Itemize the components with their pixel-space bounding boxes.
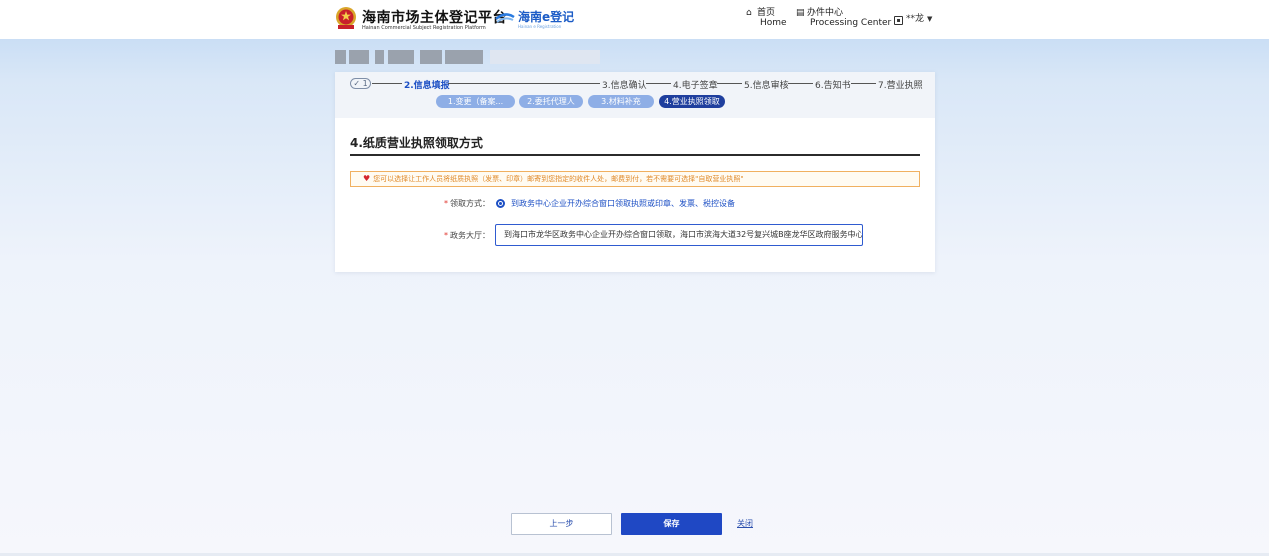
chevron-down-icon: ▼ [927,15,933,23]
step-connector [372,83,402,84]
redaction-block [335,50,346,64]
notice-banner: ♥ 您可以选择让工作人员将纸质执照（发票、印章）邮寄到您指定的收件人处，邮费到付，… [350,171,920,187]
nav-processing-center[interactable]: ▤ 办件中心 Processing Center [796,8,891,28]
redaction-block [490,50,600,64]
section-title: 4.纸质营业执照领取方式 [350,136,483,150]
platform-subtitle: Hainan Commercial Subject Registration P… [362,25,486,31]
progress-steps: ✓ 1 2.信息填报 3.信息确认 4.电子签章 5.信息审核 6.告知书 7.… [335,72,935,118]
step-connector [788,83,813,84]
collect-method-radio[interactable] [496,199,505,208]
document-icon: ▤ [796,8,805,18]
required-mark: * [444,231,448,240]
user-card-icon: ▪ [894,16,903,25]
substep-2[interactable]: 2.委托代理人 [519,95,583,108]
user-menu[interactable]: ▪ **龙 ▼ [894,11,932,25]
collect-method-option[interactable]: 到政务中心企业开办综合窗口领取执照或印章、发票、税控设备 [511,198,735,209]
save-button[interactable]: 保存 [621,513,722,535]
heart-icon: ♥ [363,174,371,183]
hall-select[interactable]: 到海口市龙华区政务中心企业开办综合窗口领取，海口市滨海大道32号复兴城B座龙华区… [495,224,863,246]
close-link[interactable]: 关闭 [737,518,753,529]
step-6: 6.告知书 [815,81,851,91]
redaction-block [388,50,414,64]
user-name: **龙 [906,14,925,24]
step-connector [717,83,742,84]
previous-step-button[interactable]: 上一步 [511,513,612,535]
nav-center-en: Processing Center [810,18,892,28]
step-connector [646,83,671,84]
company-name-redacted [335,50,600,64]
step-3: 3.信息确认 [602,81,647,91]
section-divider [350,154,920,156]
brand-name: 海南e登记 [518,10,575,24]
form-card: ✓ 1 2.信息填报 3.信息确认 4.电子签章 5.信息审核 6.告知书 7.… [335,72,935,272]
top-header: 海南市场主体登记平台 Hainan Commercial Subject Reg… [0,0,1269,39]
step-2: 2.信息填报 [404,81,450,91]
step-5: 5.信息审核 [744,81,789,91]
nav-home[interactable]: ⌂ 首页 Home [746,8,787,28]
chevron-down-icon: ⌄ [850,230,857,239]
national-emblem-icon [336,7,356,29]
step-4: 4.电子签章 [673,81,718,91]
brand-subtitle: Hainan e Registration [518,24,562,29]
platform-title: 海南市场主体登记平台 [362,10,507,26]
required-mark: * [444,199,448,208]
hall-select-value: 到海口市龙华区政务中心企业开办综合窗口领取，海口市滨海大道32号复兴城B座龙华区… [504,230,863,239]
step-1-complete: ✓ 1 [350,78,371,89]
hall-label: * 政务大厅： [444,231,490,240]
redaction-block [375,50,384,64]
step-7: 7.营业执照 [878,81,923,91]
substep-1[interactable]: 1.变更（备案... [436,95,515,108]
substep-3[interactable]: 3.材料补充 [588,95,654,108]
redaction-block [349,50,369,64]
home-icon: ⌂ [746,8,752,18]
brand-logo-icon [495,13,515,23]
nav-center-label: 办件中心 [807,8,844,18]
check-icon: ✓ [353,79,361,88]
collect-method-label: * 领取方式： [444,199,490,208]
substep-4[interactable]: 4.营业执照领取 [659,95,725,108]
step-connector [851,83,876,84]
redaction-block [420,50,442,64]
redaction-block [445,50,483,64]
step-connector [448,83,600,84]
notice-text: 您可以选择让工作人员将纸质执照（发票、印章）邮寄到您指定的收件人处，邮费到付，若… [373,175,744,183]
nav-home-en: Home [760,18,787,28]
nav-home-label: 首页 [757,8,776,18]
